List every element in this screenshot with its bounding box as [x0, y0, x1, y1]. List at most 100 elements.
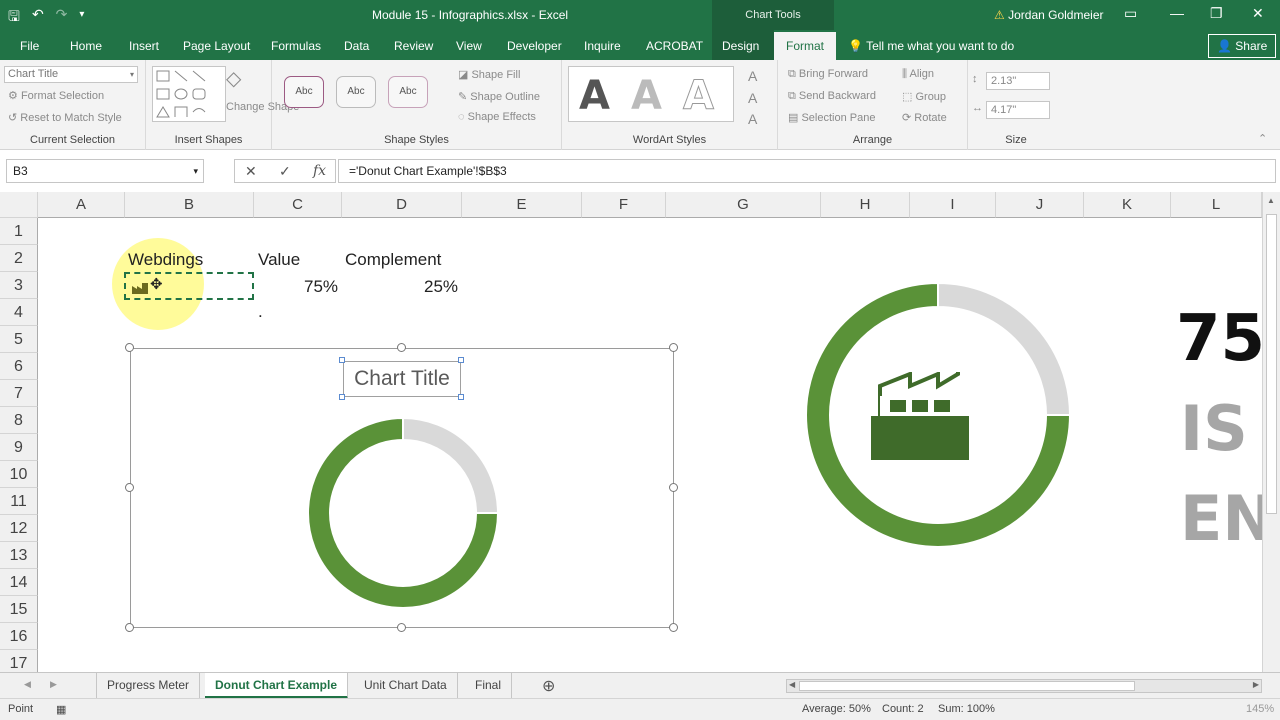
chart-title[interactable]: Chart Title [343, 361, 461, 397]
collapse-ribbon-icon[interactable]: ⌃ [1258, 132, 1267, 145]
big-text-line-2[interactable]: EN [1180, 482, 1274, 555]
column-header[interactable]: I [910, 192, 996, 218]
tab-review[interactable]: Review [394, 39, 433, 53]
shape-style-3[interactable]: Abc [388, 76, 428, 108]
cancel-icon[interactable]: ✕ [245, 163, 257, 180]
worksheet-grid[interactable]: A B C D E F G H I J K L 1 2 3 4 5 6 7 8 … [0, 192, 1280, 672]
chart-resize-handle[interactable] [669, 623, 678, 632]
column-header[interactable]: A [38, 192, 125, 218]
chart-resize-handle[interactable] [669, 483, 678, 492]
cell-c4[interactable]: . [258, 302, 263, 322]
ribbon-display-options-icon[interactable]: ▭ [1124, 5, 1137, 22]
row-header[interactable]: 2 [0, 245, 38, 272]
sheet-tab-unit-chart-data[interactable]: Unit Chart Data [354, 673, 458, 699]
format-selection-button[interactable]: ⚙ Format Selection [8, 89, 104, 102]
undo-icon[interactable]: ↶ [32, 6, 44, 30]
align-button[interactable]: ⫼ Align [902, 68, 934, 81]
insert-function-icon[interactable]: fx [313, 163, 326, 179]
tab-design[interactable]: Design [712, 30, 774, 60]
zoom-level[interactable]: 145% [1246, 703, 1274, 715]
row-header[interactable]: 11 [0, 488, 38, 515]
cell-b2[interactable]: Webdings [128, 250, 203, 270]
sheet-tab-progress-meter[interactable]: Progress Meter [96, 673, 201, 699]
send-backward-button[interactable]: ⧉ Send Backward [788, 90, 876, 103]
column-header[interactable]: J [996, 192, 1084, 218]
row-header[interactable]: 10 [0, 461, 38, 488]
macro-record-icon[interactable]: ▦ [56, 703, 66, 716]
big-text-line-1[interactable]: IS [1180, 392, 1248, 465]
text-fill-icon[interactable]: A [748, 68, 757, 84]
shape-width-input[interactable]: 4.17" [986, 101, 1050, 119]
enter-icon[interactable]: ✓ [279, 163, 291, 180]
wordart-gallery[interactable]: A A A [568, 66, 734, 122]
row-header[interactable]: 7 [0, 380, 38, 407]
title-handle[interactable] [458, 394, 464, 400]
scroll-up-icon[interactable]: ▲ [1267, 196, 1275, 205]
column-header[interactable]: H [821, 192, 910, 218]
close-icon[interactable]: ✕ [1252, 5, 1264, 22]
tab-view[interactable]: View [456, 39, 482, 53]
column-header[interactable]: C [254, 192, 342, 218]
minimize-icon[interactable]: — [1170, 5, 1184, 21]
tab-acrobat[interactable]: ACROBAT [646, 39, 703, 53]
scroll-thumb[interactable] [1266, 214, 1277, 514]
tab-insert[interactable]: Insert [129, 39, 159, 53]
shapes-gallery[interactable] [152, 66, 226, 122]
chart-resize-handle[interactable] [669, 343, 678, 352]
row-header[interactable]: 4 [0, 299, 38, 326]
save-icon[interactable]: 🖫 [8, 6, 20, 30]
horizontal-scrollbar[interactable]: ◀ ▶ [786, 679, 1262, 693]
h-scroll-thumb[interactable] [799, 681, 1135, 691]
shape-style-2[interactable]: Abc [336, 76, 376, 108]
row-header[interactable]: 3 [0, 272, 38, 299]
select-all-corner[interactable] [0, 192, 38, 218]
tab-developer[interactable]: Developer [507, 39, 562, 53]
column-header[interactable]: D [342, 192, 462, 218]
cell-c3[interactable]: 75% [304, 277, 338, 297]
row-header[interactable]: 6 [0, 353, 38, 380]
rotate-button[interactable]: ⟳ Rotate [902, 111, 947, 124]
vertical-scrollbar[interactable]: ▲ [1262, 192, 1280, 672]
bring-forward-button[interactable]: ⧉ Bring Forward [788, 68, 868, 81]
tab-data[interactable]: Data [344, 39, 369, 53]
row-header[interactable]: 17 [0, 650, 38, 672]
sheet-tab-donut-chart-example[interactable]: Donut Chart Example [205, 673, 349, 699]
chart-area[interactable]: Chart Title [130, 348, 674, 628]
selection-pane-button[interactable]: ▤ Selection Pane [788, 111, 875, 124]
column-header[interactable]: L [1171, 192, 1262, 218]
donut-chart-plot[interactable] [303, 413, 503, 613]
chart-resize-handle[interactable] [125, 623, 134, 632]
tab-inquire[interactable]: Inquire [584, 39, 621, 53]
tab-page-layout[interactable]: Page Layout [183, 39, 250, 53]
tab-home[interactable]: Home [70, 39, 102, 53]
tell-me-box[interactable]: 💡 Tell me what you want to do [848, 39, 1014, 53]
title-handle[interactable] [339, 357, 345, 363]
formula-input[interactable]: ='Donut Chart Example'!$B$3 [338, 159, 1276, 183]
status-sum[interactable]: Sum: 100% [938, 703, 995, 715]
shape-outline-button[interactable]: ✎ Shape Outline [458, 90, 540, 103]
cell-d2[interactable]: Complement [345, 250, 441, 270]
tab-formulas[interactable]: Formulas [271, 39, 321, 53]
wordart-style-3[interactable]: A [683, 73, 715, 120]
title-handle[interactable] [458, 357, 464, 363]
big-number[interactable]: 75 [1176, 302, 1265, 376]
text-effects-icon[interactable]: A [748, 111, 757, 127]
redo-icon[interactable]: ↷ [56, 6, 68, 30]
shape-style-1[interactable]: Abc [284, 76, 324, 108]
prev-sheet-icon[interactable]: ◀ [24, 679, 31, 690]
user-name[interactable]: ⚠ Jordan Goldmeier [994, 8, 1104, 22]
add-sheet-icon[interactable]: ⊕ [542, 676, 555, 696]
column-header[interactable]: E [462, 192, 582, 218]
customize-toolbar-icon[interactable]: ▾ [79, 9, 84, 30]
status-count[interactable]: Count: 2 [882, 703, 924, 715]
row-header[interactable]: 12 [0, 515, 38, 542]
cell-b3-marquee[interactable]: ✥ [124, 272, 254, 300]
donut-slice-complement[interactable] [402, 416, 500, 514]
chart-resize-handle[interactable] [125, 483, 134, 492]
share-button[interactable]: 👤 Share [1208, 34, 1277, 58]
text-outline-icon[interactable]: A [748, 90, 757, 106]
column-header[interactable]: B [125, 192, 254, 218]
cell-d3[interactable]: 25% [424, 277, 458, 297]
row-header[interactable]: 9 [0, 434, 38, 461]
scroll-right-icon[interactable]: ▶ [1253, 680, 1259, 689]
